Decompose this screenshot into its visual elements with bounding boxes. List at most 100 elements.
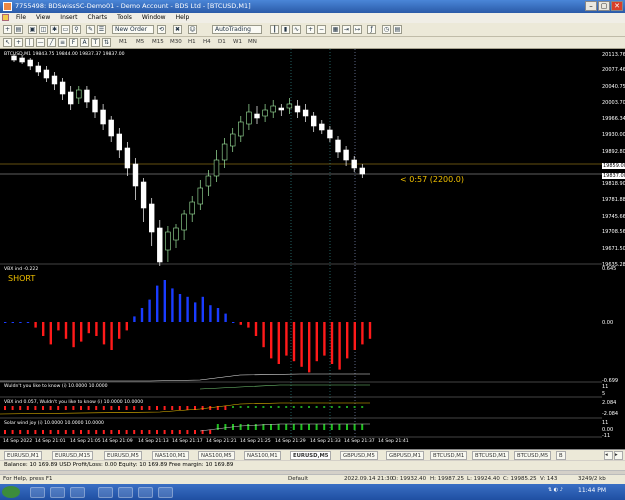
standard-toolbar: + ▤ ▣ ◫ ✱ ▭ ⚲ ✎ ☰ New Order ⟲ ✖ ☺ AutoTr… — [0, 23, 625, 37]
tf-mn[interactable]: MN — [248, 39, 257, 45]
chart-shift-icon[interactable]: ↦ — [353, 25, 362, 34]
indicator-3-bar — [19, 406, 22, 410]
menu-insert[interactable]: Insert — [55, 13, 82, 22]
indicator-4-bar — [163, 430, 166, 434]
minimize-button[interactable]: – — [585, 1, 597, 11]
candle-chart-icon[interactable]: ▮ — [281, 25, 290, 34]
crosshair-icon[interactable]: + — [14, 38, 23, 47]
tab-scroll-left-icon[interactable]: ◂ — [604, 451, 613, 460]
indicator-4-bar — [125, 430, 128, 434]
start-button[interactable] — [2, 486, 20, 498]
tf-w1[interactable]: W1 — [233, 39, 242, 45]
history-icon[interactable]: ⟲ — [157, 25, 166, 34]
menu-view[interactable]: View — [31, 13, 55, 22]
menu-tools[interactable]: Tools — [112, 13, 137, 22]
tab-scroll-right-icon[interactable]: ▸ — [614, 451, 623, 460]
chart-tab[interactable]: B — [556, 451, 566, 460]
chart-header: BTCUSD,M1 19843.75 19844.00 19837.37 198… — [4, 52, 125, 57]
chart-tab[interactable]: BTCUSD,M5 — [514, 451, 552, 460]
tf-h4[interactable]: H4 — [203, 39, 211, 45]
menu-file[interactable]: File — [11, 13, 31, 22]
indicators-icon[interactable]: ƒ — [367, 25, 376, 34]
options-icon[interactable]: ☰ — [97, 25, 106, 34]
close-button[interactable]: ✕ — [611, 1, 623, 11]
bar-chart-icon[interactable]: ┃ — [270, 25, 279, 34]
oscillator-bar — [277, 322, 280, 364]
chart-tab[interactable]: GBPUSD,M5 — [340, 451, 378, 460]
tray-network-icon[interactable]: ⇅ ◐ ♪ — [548, 487, 563, 493]
menu-charts[interactable]: Charts — [83, 13, 113, 22]
taskbar-folder-icon[interactable] — [70, 487, 85, 498]
chart-tab[interactable]: GBPUSD,M1 — [386, 451, 424, 460]
taskbar-chrome-icon[interactable] — [98, 487, 113, 498]
navigator-icon[interactable]: ✱ — [50, 25, 59, 34]
indicator-3-label: VBX ind 0.057, Wuldn't you like to know … — [4, 400, 144, 405]
cursor-icon[interactable]: ↖ — [3, 38, 12, 47]
periods-icon[interactable]: ◷ — [382, 25, 391, 34]
tile-windows-icon[interactable]: ▦ — [331, 25, 340, 34]
vertical-line-icon[interactable]: | — [25, 38, 34, 47]
fibonacci-icon[interactable]: F — [69, 38, 78, 47]
chart-tab[interactable]: BTCUSD,M1 — [430, 451, 468, 460]
chart-tab[interactable]: EURUSD,M15 — [52, 451, 94, 460]
zoom-out-icon[interactable]: − — [317, 25, 326, 34]
label-icon[interactable]: T — [91, 38, 100, 47]
menu-window[interactable]: Window — [137, 13, 171, 22]
taskbar-app-icon[interactable] — [138, 487, 153, 498]
tf-d1[interactable]: D1 — [218, 39, 226, 45]
templates-icon[interactable]: ▤ — [393, 25, 402, 34]
chart-tab[interactable]: NAS100,M1 — [152, 451, 189, 460]
channel-icon[interactable]: ≡ — [58, 38, 67, 47]
oscillator-bar — [26, 322, 30, 323]
trendline-icon[interactable]: ╱ — [47, 38, 56, 47]
profiles-icon[interactable]: ▤ — [14, 25, 23, 34]
terminal-icon[interactable]: ▭ — [61, 25, 70, 34]
text-icon[interactable]: A — [80, 38, 89, 47]
taskbar-metatrader-icon[interactable] — [118, 487, 133, 498]
indicator-4-bar — [26, 430, 29, 434]
indicator-4-bar — [346, 424, 348, 430]
tester-icon[interactable]: ⚲ — [72, 25, 81, 34]
horizontal-line-icon[interactable]: — — [36, 38, 45, 47]
tf-m1[interactable]: M1 — [119, 39, 127, 45]
oscillator-bar — [292, 322, 296, 362]
chart-menu-icon[interactable] — [2, 14, 9, 21]
indicator-4-bar — [277, 424, 280, 430]
trash-icon[interactable]: ✖ — [173, 25, 182, 34]
profile-name[interactable]: Default — [288, 476, 308, 482]
chart-tab[interactable]: BTCUSD,M1 — [472, 451, 510, 460]
connection-traffic[interactable]: 3249/2 kb — [578, 476, 606, 482]
chart-tab[interactable]: EURUSD,M1 — [4, 451, 42, 460]
taskbar-mail-icon[interactable] — [158, 487, 173, 498]
tf-h1[interactable]: H1 — [188, 39, 196, 45]
autoscroll-icon[interactable]: ⇥ — [342, 25, 351, 34]
zoom-in-icon[interactable]: + — [306, 25, 315, 34]
data-window-icon[interactable]: ◫ — [39, 25, 48, 34]
candle-body — [270, 105, 276, 113]
line-chart-icon[interactable]: ∿ — [292, 25, 301, 34]
tf-m15[interactable]: M15 — [152, 39, 164, 45]
autotrading-button[interactable]: AutoTrading — [212, 25, 262, 34]
menu-help[interactable]: Help — [171, 13, 195, 22]
metaeditor-icon[interactable]: ✎ — [86, 25, 95, 34]
market-watch-icon[interactable]: ▣ — [28, 25, 37, 34]
tf-m30[interactable]: M30 — [170, 39, 182, 45]
oscillator-bar — [110, 322, 113, 350]
chart-tab[interactable]: NAS100,M5 — [198, 451, 235, 460]
experts-icon[interactable]: ☺ — [188, 25, 197, 34]
indicator-4-bar — [110, 430, 113, 434]
chart-tab-active[interactable]: EURUSD,M5 — [290, 451, 332, 460]
maximize-button[interactable]: ▢ — [598, 1, 610, 11]
new-order-button[interactable]: New Order — [112, 25, 154, 34]
tf-m5[interactable]: M5 — [136, 39, 144, 45]
taskbar-media-icon[interactable] — [50, 487, 65, 498]
chart-tab[interactable]: NAS100,M1 — [244, 451, 281, 460]
balance-text: Balance: 10 169.89 USD Profit/Loss: 0.00… — [4, 462, 234, 468]
taskbar-explorer-icon[interactable] — [30, 487, 45, 498]
chart-tab[interactable]: EURUSD,M5 — [104, 451, 142, 460]
indicator-3-bar — [254, 406, 257, 408]
new-chart-icon[interactable]: + — [3, 25, 12, 34]
indicator-3-bar — [300, 406, 303, 408]
arrows-icon[interactable]: ⇅ — [102, 38, 111, 47]
time-label: 14 Sep 21:21 — [206, 439, 237, 444]
